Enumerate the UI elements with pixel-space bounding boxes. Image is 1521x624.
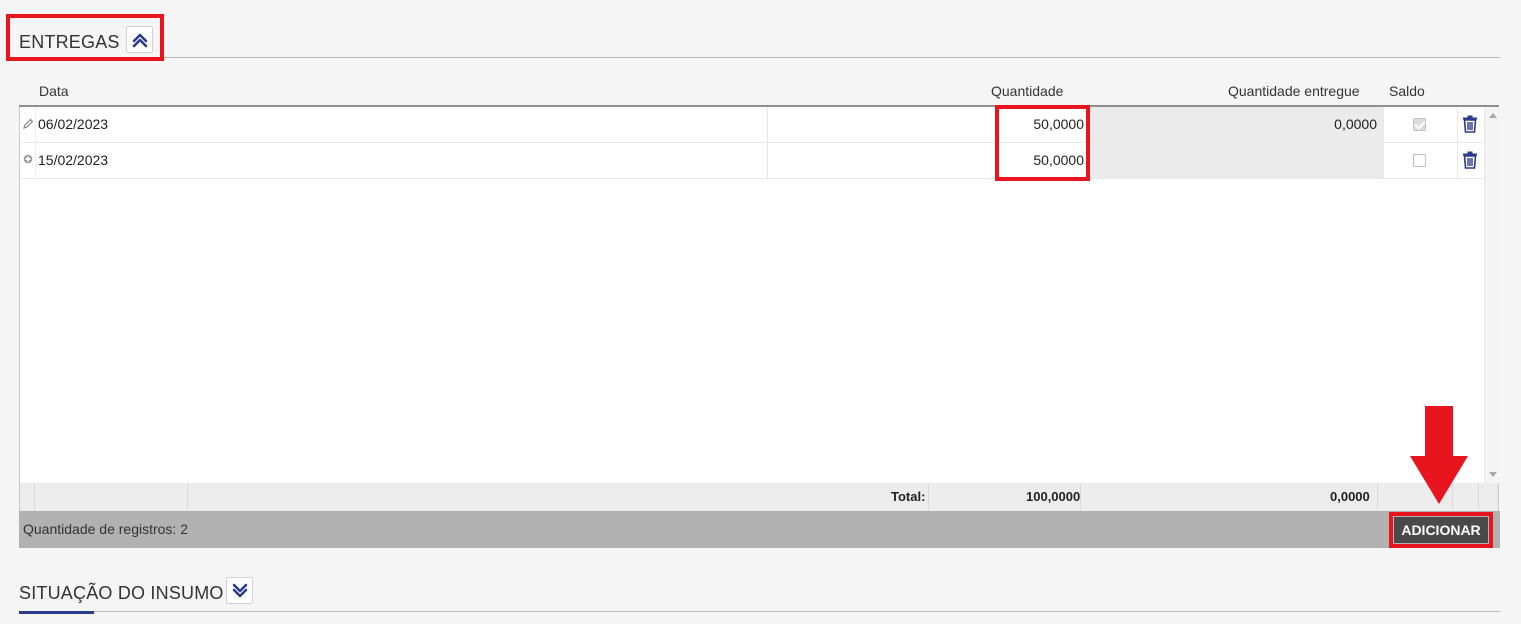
- cell-empty: [767, 107, 997, 142]
- trash-icon[interactable]: [1462, 151, 1478, 169]
- records-count-value: 2: [180, 521, 189, 537]
- cell-empty: [767, 143, 997, 178]
- cell-data[interactable]: 06/02/2023: [35, 107, 768, 142]
- saldo-checkbox: [1413, 118, 1426, 131]
- grid-status-bar: Quantidade de registros: 2 ADICIONAR: [19, 511, 1500, 548]
- column-header-data[interactable]: Data: [39, 77, 69, 106]
- cell-quantidade-entregue: 0,0000: [1089, 107, 1383, 142]
- table-row[interactable]: 06/02/2023 50,0000 0,0000: [20, 107, 1484, 143]
- table-row[interactable]: 15/02/2023 50,0000: [20, 143, 1484, 179]
- vertical-scrollbar[interactable]: [1484, 107, 1500, 483]
- cell-data[interactable]: 15/02/2023: [35, 143, 768, 178]
- entregas-collapse-toggle[interactable]: [126, 26, 153, 53]
- pencil-icon: [21, 118, 35, 132]
- situacao-section-header: SITUAÇÃO DO INSUMO: [19, 566, 1500, 614]
- cell-quantidade[interactable]: 50,0000: [997, 143, 1087, 178]
- records-count-text: Quantidade de registros: 2: [23, 521, 189, 537]
- situacao-section-accent: [19, 611, 94, 614]
- double-chevron-up-icon: [132, 33, 147, 47]
- situacao-expand-toggle[interactable]: [226, 577, 253, 604]
- column-header-quantidade[interactable]: Quantidade: [991, 77, 1063, 106]
- cell-saldo: [1383, 143, 1457, 178]
- trash-icon[interactable]: [1462, 115, 1478, 133]
- cell-quantidade-entregue: [1089, 143, 1383, 178]
- cell-delete: [1457, 143, 1484, 178]
- total-quantidade-entregue: 0,0000: [1330, 489, 1370, 504]
- scroll-up-icon[interactable]: [1489, 113, 1497, 118]
- column-header-saldo[interactable]: Saldo: [1389, 77, 1425, 106]
- cell-delete: [1457, 107, 1484, 142]
- add-button[interactable]: ADICIONAR: [1394, 517, 1488, 543]
- column-header-quantidade-entregue[interactable]: Quantidade entregue: [1228, 77, 1360, 106]
- entregas-section-accent: [19, 57, 94, 60]
- cell-saldo: [1383, 107, 1457, 142]
- total-quantidade: 100,0000: [1026, 489, 1081, 504]
- scroll-down-icon[interactable]: [1489, 472, 1497, 477]
- plus-icon: [21, 154, 35, 168]
- cell-quantidade[interactable]: 50,0000: [997, 107, 1087, 142]
- double-chevron-down-icon: [232, 583, 247, 597]
- grid-body: 06/02/2023 50,0000 0,0000 15/02/2023 50,…: [19, 107, 1500, 483]
- red-arrow-down-icon: [1410, 406, 1468, 504]
- entregas-grid: Data Quantidade Quantidade entregue Sald…: [19, 77, 1500, 548]
- totals-row: Total: 100,0000 0,0000: [19, 483, 1499, 511]
- saldo-checkbox: [1413, 154, 1426, 167]
- situacao-section-title: SITUAÇÃO DO INSUMO: [19, 583, 224, 603]
- totals-label: Total:: [891, 489, 926, 504]
- entregas-section-header: ENTREGAS: [19, 12, 1500, 60]
- entregas-section-title: ENTREGAS: [19, 32, 120, 52]
